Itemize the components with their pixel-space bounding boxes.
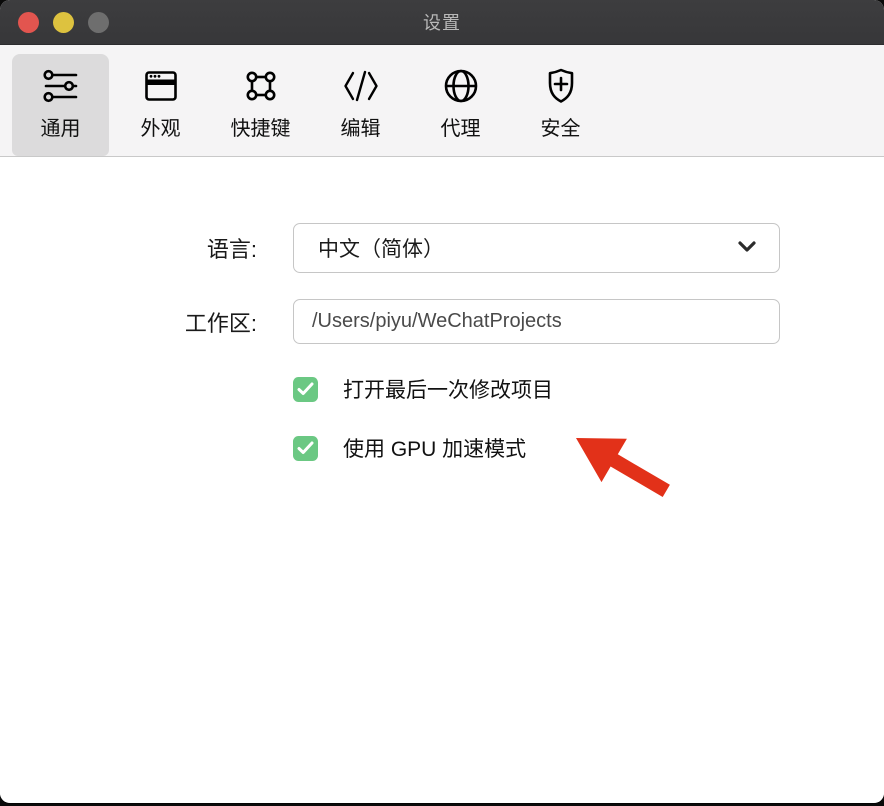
settings-toolbar: 通用 外观 快捷键 编辑 代理 安全 — [0, 45, 884, 157]
tab-appearance[interactable]: 外观 — [112, 54, 209, 156]
general-settings-panel: 语言: 中文（简体） 工作区: /Users/piyu/WeChatProjec… — [0, 157, 884, 802]
chevron-down-icon — [737, 239, 757, 258]
traffic-lights — [18, 12, 109, 33]
tab-label: 代理 — [440, 118, 481, 140]
sliders-icon — [39, 64, 83, 108]
language-select[interactable]: 中文（简体） — [293, 223, 780, 273]
language-select-value: 中文（简体） — [318, 238, 444, 261]
tab-general[interactable]: 通用 — [12, 54, 109, 156]
workspace-row: 工作区: — [0, 299, 884, 344]
frame-icon — [239, 64, 283, 108]
window-title: 设置 — [423, 13, 461, 33]
gpu-acceleration-row: 使用 GPU 加速模式 — [0, 435, 884, 461]
tab-label: 通用 — [40, 118, 81, 140]
tab-security[interactable]: 安全 — [512, 54, 609, 156]
shield-plus-icon — [539, 64, 583, 108]
gpu-acceleration-label: 使用 GPU 加速模式 — [343, 438, 527, 461]
language-row: 语言: 中文（简体） — [0, 223, 884, 273]
settings-window: 设置 通用 外观 快捷键 编辑 代理 安全 语言: 中文（简体） 工作区: /U… — [0, 0, 884, 803]
tab-edit[interactable]: 编辑 — [312, 54, 409, 156]
app-window-icon — [139, 64, 183, 108]
tab-label: 外观 — [140, 118, 181, 140]
tab-label: 安全 — [540, 118, 581, 140]
open-last-project-label: 打开最后一次修改项目 — [343, 379, 553, 402]
close-button[interactable] — [18, 12, 39, 33]
language-label: 语言: — [206, 237, 257, 262]
tab-shortcuts[interactable]: 快捷键 — [212, 54, 309, 156]
tab-label: 编辑 — [340, 118, 381, 140]
tab-label: 快捷键 — [230, 118, 291, 140]
workspace-label: 工作区: — [184, 310, 257, 336]
workspace-input[interactable] — [293, 299, 780, 344]
code-icon — [339, 64, 383, 108]
globe-icon — [439, 64, 483, 108]
titlebar: 设置 — [0, 0, 884, 45]
open-last-project-row: 打开最后一次修改项目 — [0, 376, 884, 402]
minimize-button[interactable] — [53, 12, 74, 33]
zoom-button — [88, 12, 109, 33]
gpu-acceleration-checkbox[interactable] — [293, 435, 318, 461]
tab-proxy[interactable]: 代理 — [412, 54, 509, 156]
open-last-project-checkbox[interactable] — [293, 376, 318, 402]
